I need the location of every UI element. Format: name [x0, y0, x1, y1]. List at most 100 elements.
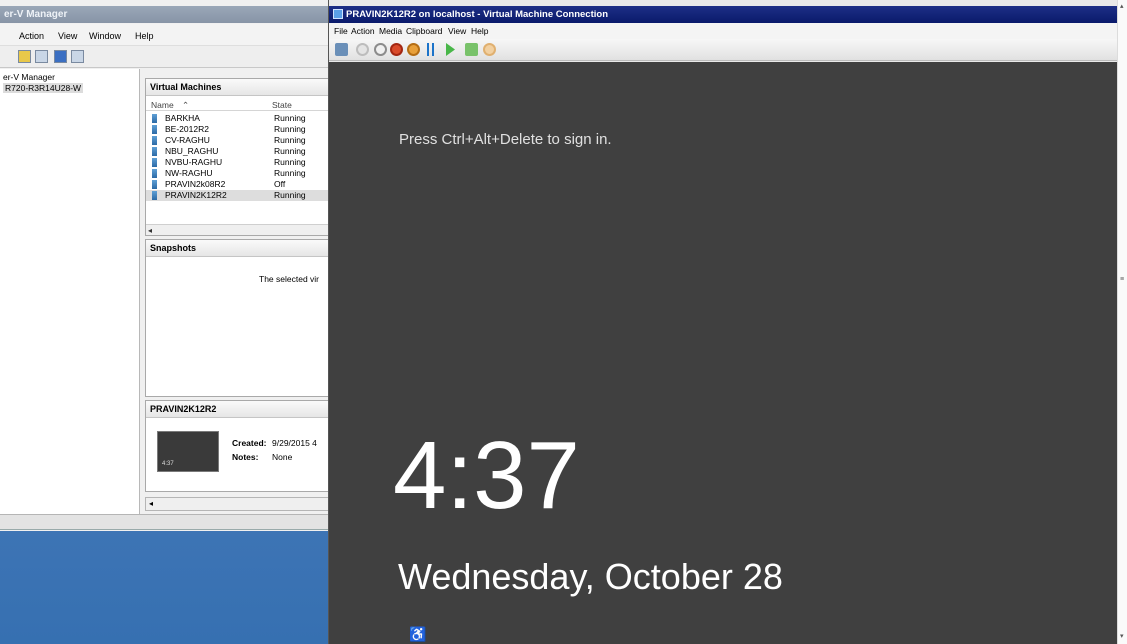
sort-ascending-icon: ⌃ [182, 100, 190, 110]
vm-connection-window: PRAVIN2K12R2 on localhost - Virtual Mach… [328, 0, 1118, 644]
pause-icon[interactable] [432, 43, 434, 56]
vm-column-headers: Name ⌃ State [146, 99, 334, 111]
vm-icon [152, 147, 157, 156]
hyperv-tree: er-V Manager R720-R3R14U28-W [0, 69, 140, 514]
vm-row-selected[interactable]: PRAVIN2K12R2 Running [146, 190, 334, 201]
menu-view[interactable]: View [58, 31, 77, 41]
vm-row[interactable]: NW-RAGHU Running [146, 168, 334, 179]
vm-state: Off [274, 179, 286, 189]
vm-row[interactable]: BARKHA Running [146, 113, 334, 124]
vm-name: BE-2012R2 [165, 124, 209, 134]
hyperv-menu-bar: Action View Window Help [0, 24, 330, 46]
vm-icon [152, 114, 157, 123]
vm-row[interactable]: NVBU-RAGHU Running [146, 157, 334, 168]
vm-state: Running [274, 168, 306, 178]
vm-connection-app-icon [333, 9, 343, 19]
menu-help[interactable]: Help [471, 26, 488, 36]
created-value: 9/29/2015 4 [272, 438, 317, 448]
vm-name: PRAVIN2K12R2 [165, 190, 227, 200]
hyperv-status-bar [0, 514, 330, 530]
revert-icon[interactable] [483, 43, 496, 56]
pause-bar-icon [427, 43, 429, 56]
menu-media[interactable]: Media [379, 26, 402, 36]
scroll-down-icon[interactable]: ▾ [1120, 632, 1124, 640]
vm-state: Running [274, 157, 306, 167]
snapshot-icon[interactable] [465, 43, 478, 56]
col-state-header[interactable]: State [272, 100, 292, 110]
vm-icon [152, 180, 157, 189]
bottom-horizontal-scrollbar[interactable]: ◂ [145, 497, 335, 511]
lock-screen-date: Wednesday, October 28 [398, 556, 783, 597]
vm-icon [152, 136, 157, 145]
tree-root-hyperv-manager[interactable]: er-V Manager [3, 72, 55, 82]
virtual-machines-header: Virtual Machines [146, 79, 334, 96]
save-state-icon[interactable] [407, 43, 420, 56]
vm-state: Running [274, 124, 306, 134]
desktop-background [0, 531, 330, 644]
snapshots-message: The selected vir [259, 274, 319, 284]
menu-view[interactable]: View [448, 26, 466, 36]
tree-server-node[interactable]: R720-R3R14U28-W [3, 83, 84, 93]
show-hide-tree-icon[interactable] [35, 50, 48, 63]
right-edge-scrollbar[interactable]: ▴ ≡ ▾ [1117, 0, 1127, 644]
scroll-grip-icon[interactable]: ≡ [1120, 276, 1124, 283]
up-folder-icon[interactable] [18, 50, 31, 63]
lock-screen-time: 4:37 [393, 422, 580, 529]
snapshots-header: Snapshots [146, 240, 334, 257]
vm-connection-title: PRAVIN2K12R2 on localhost - Virtual Mach… [346, 9, 608, 20]
virtual-machines-pane: Virtual Machines Name ⌃ State BARKHA Runn… [145, 78, 335, 236]
vm-name: BARKHA [165, 113, 200, 123]
snapshots-pane: Snapshots The selected vir [145, 239, 335, 397]
vm-name: NVBU-RAGHU [165, 157, 223, 167]
hyperv-toolbar [0, 46, 330, 68]
col-name-header[interactable]: Name [151, 100, 174, 110]
menu-file[interactable]: File [334, 26, 348, 36]
scroll-up-icon[interactable]: ▴ [1120, 2, 1124, 10]
vm-connection-toolbar [329, 39, 1118, 61]
menu-window[interactable]: Window [89, 31, 121, 41]
turn-off-icon[interactable] [374, 43, 387, 56]
vm-lock-screen[interactable]: Press Ctrl+Alt+Delete to sign in. 4:37 W… [329, 62, 1118, 644]
vm-row[interactable]: CV-RAGHU Running [146, 135, 334, 146]
thumbnail-time: 4:37 [162, 461, 174, 467]
created-label: Created: [232, 438, 267, 448]
vm-thumbnail: 4:37 [157, 431, 219, 472]
vm-icon [152, 169, 157, 178]
help-icon[interactable] [54, 50, 67, 63]
action-pane-icon[interactable] [71, 50, 84, 63]
vm-details-pane: PRAVIN2K12R2 4:37 Created: 9/29/2015 4 N… [145, 400, 335, 492]
vm-name: PRAVIN2k08R2 [165, 179, 226, 189]
vm-state: Running [274, 135, 306, 145]
menu-action[interactable]: Action [351, 26, 375, 36]
vm-state: Running [274, 190, 306, 200]
vm-connection-menu-bar: File Action Media Clipboard View Help [329, 23, 1118, 39]
vm-row[interactable]: NBU_RAGHU Running [146, 146, 334, 157]
vm-horizontal-scrollbar[interactable]: ◂ [146, 224, 334, 235]
menu-action[interactable]: Action [19, 31, 44, 41]
shut-down-icon[interactable] [390, 43, 403, 56]
vm-icon [152, 125, 157, 134]
start-icon[interactable] [356, 43, 369, 56]
vm-connection-title-bar[interactable]: PRAVIN2K12R2 on localhost - Virtual Mach… [329, 6, 1118, 23]
vm-details-header: PRAVIN2K12R2 [146, 401, 334, 418]
vm-icon [152, 191, 157, 200]
vm-name: NW-RAGHU [165, 168, 213, 178]
hyperv-title-bar[interactable]: er-V Manager [0, 6, 330, 23]
scroll-left-icon[interactable]: ◂ [149, 499, 153, 508]
menu-clipboard[interactable]: Clipboard [406, 26, 442, 36]
vm-state: Running [274, 113, 306, 123]
vm-icon [152, 158, 157, 167]
reset-icon[interactable] [446, 43, 455, 56]
scroll-left-icon[interactable]: ◂ [148, 226, 152, 235]
ease-of-access-icon[interactable]: ♿ [409, 626, 426, 643]
ctrl-alt-del-icon[interactable] [335, 43, 348, 56]
vm-state: Running [274, 146, 306, 156]
vm-row[interactable]: BE-2012R2 Running [146, 124, 334, 135]
sign-in-hint: Press Ctrl+Alt+Delete to sign in. [399, 131, 612, 148]
vm-name: NBU_RAGHU [165, 146, 219, 156]
vm-name: CV-RAGHU [165, 135, 210, 145]
vm-row[interactable]: PRAVIN2k08R2 Off [146, 179, 334, 190]
menu-help[interactable]: Help [135, 31, 154, 41]
notes-label: Notes: [232, 452, 259, 462]
notes-value: None [272, 452, 293, 462]
